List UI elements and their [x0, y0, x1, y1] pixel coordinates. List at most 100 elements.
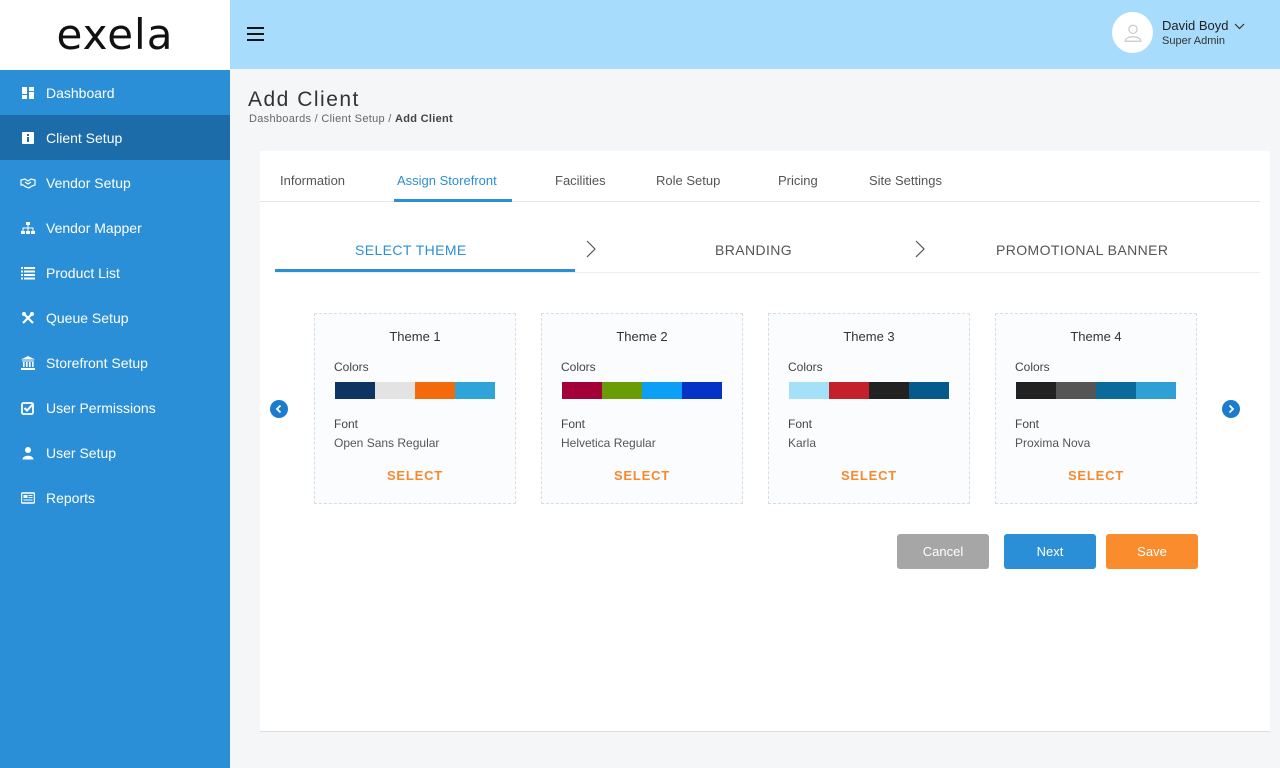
font-label: Font	[334, 417, 359, 431]
select-theme-button[interactable]: SELECT	[315, 468, 515, 483]
color-swatches	[335, 382, 495, 399]
sidebar-item-label: Vendor Mapper	[46, 219, 142, 236]
font-value: Helvetica Regular	[561, 436, 656, 450]
logo-box: exela	[0, 0, 230, 70]
font-label: Font	[1015, 417, 1040, 431]
color-swatch	[1016, 382, 1056, 399]
page-title: Add Client	[248, 88, 360, 111]
color-swatch	[1136, 382, 1176, 399]
color-swatches	[1016, 382, 1176, 399]
breadcrumb-current: Add Client	[395, 113, 454, 125]
breadcrumb-separator: /	[384, 113, 396, 125]
colors-label: Colors	[334, 360, 369, 374]
sitemap-icon	[20, 220, 36, 236]
breadcrumb-dashboards[interactable]: Dashboards	[249, 113, 311, 125]
font-label: Font	[788, 417, 813, 431]
tab-information[interactable]: Information	[280, 173, 345, 188]
breadcrumb: Dashboards / Client Setup / Add Client	[249, 113, 453, 125]
tab-facilities[interactable]: Facilities	[555, 173, 606, 188]
sidebar-item-vendor-setup[interactable]: Vendor Setup	[0, 160, 230, 205]
tab-assign-storefront[interactable]: Assign Storefront	[397, 173, 497, 188]
select-theme-button[interactable]: SELECT	[769, 468, 969, 483]
breadcrumb-client-setup[interactable]: Client Setup	[321, 113, 385, 125]
tab-role-setup[interactable]: Role Setup	[656, 173, 720, 188]
sidebar-item-label: Dashboard	[46, 84, 115, 101]
chevron-right-icon	[586, 240, 596, 258]
font-value: Proxima Nova	[1015, 436, 1091, 450]
dashboard-icon	[20, 85, 36, 101]
tab-site-settings[interactable]: Site Settings	[869, 173, 942, 188]
brand-logo[interactable]: exela	[57, 14, 174, 56]
color-swatch	[869, 382, 909, 399]
sidebar-nav: Dashboard Client Setup Vendor Setup Vend…	[0, 70, 230, 520]
colors-label: Colors	[788, 360, 823, 374]
font-label: Font	[561, 417, 586, 431]
sidebar-item-reports[interactable]: Reports	[0, 475, 230, 520]
sidebar-item-client-setup[interactable]: Client Setup	[0, 115, 230, 160]
cancel-button[interactable]: Cancel	[897, 534, 989, 569]
avatar	[1112, 12, 1153, 53]
user-icon	[20, 445, 36, 461]
theme-card: Theme 2 Colors Font Helvetica Regular SE…	[541, 313, 743, 504]
step-branding[interactable]: BRANDING	[715, 242, 792, 258]
next-button[interactable]: Next	[1004, 534, 1096, 569]
logo-text: exela	[56, 10, 174, 59]
color-swatch	[642, 382, 682, 399]
sidebar-item-label: Client Setup	[46, 129, 123, 146]
color-swatch	[375, 382, 415, 399]
color-swatch	[562, 382, 602, 399]
sidebar-item-product-list[interactable]: Product List	[0, 250, 230, 295]
step-select-theme[interactable]: SELECT THEME	[355, 242, 467, 258]
bank-icon	[20, 355, 36, 371]
newspaper-icon	[20, 490, 36, 506]
handshake-icon	[20, 175, 36, 191]
sidebar: exela Dashboard Client Setup Vendor Setu…	[0, 0, 230, 768]
color-swatch	[335, 382, 375, 399]
sidebar-item-vendor-mapper[interactable]: Vendor Mapper	[0, 205, 230, 250]
theme-title: Theme 2	[616, 329, 668, 344]
chevron-right-icon	[915, 240, 925, 258]
menu-icon[interactable]	[247, 27, 264, 41]
list-icon	[20, 265, 36, 281]
check-square-icon	[20, 400, 36, 416]
tab-pricing[interactable]: Pricing	[778, 173, 818, 188]
sidebar-item-label: Storefront Setup	[46, 354, 148, 371]
sidebar-item-user-permissions[interactable]: User Permissions	[0, 385, 230, 430]
user-avatar-icon	[1124, 24, 1141, 42]
sidebar-item-label: Queue Setup	[46, 309, 129, 326]
chevron-down-icon[interactable]	[1234, 23, 1245, 30]
sidebar-item-label: Product List	[46, 264, 120, 281]
color-swatch	[682, 382, 722, 399]
theme-title: Theme 4	[1070, 329, 1122, 344]
sidebar-item-dashboard[interactable]: Dashboard	[0, 70, 230, 115]
sidebar-item-user-setup[interactable]: User Setup	[0, 430, 230, 475]
top-header: David Boyd Super Admin	[230, 0, 1280, 69]
sidebar-item-storefront-setup[interactable]: Storefront Setup	[0, 340, 230, 385]
stepper: SELECT THEME BRANDING PROMOTIONAL BANNER	[275, 236, 1260, 273]
chevron-left-icon	[275, 404, 282, 414]
color-swatches	[789, 382, 949, 399]
theme-card: Theme 1 Colors Font Open Sans Regular SE…	[314, 313, 516, 504]
tools-icon	[20, 310, 36, 326]
sidebar-item-label: User Permissions	[46, 399, 156, 416]
user-menu[interactable]: David Boyd Super Admin	[1112, 12, 1245, 53]
color-swatch	[909, 382, 949, 399]
theme-title: Theme 1	[389, 329, 441, 344]
color-swatch	[455, 382, 495, 399]
color-swatch	[602, 382, 642, 399]
color-swatch	[829, 382, 869, 399]
user-name: David Boyd	[1162, 18, 1229, 33]
select-theme-button[interactable]: SELECT	[996, 468, 1196, 483]
theme-card: Theme 3 Colors Font Karla SELECT	[768, 313, 970, 504]
carousel-prev-button[interactable]	[270, 400, 288, 418]
chevron-right-icon	[1228, 404, 1235, 414]
step-promotional-banner[interactable]: PROMOTIONAL BANNER	[996, 242, 1168, 258]
active-step-indicator	[275, 269, 575, 272]
carousel-next-button[interactable]	[1222, 400, 1240, 418]
color-swatch	[415, 382, 455, 399]
font-value: Karla	[788, 436, 817, 450]
select-theme-button[interactable]: SELECT	[542, 468, 742, 483]
sidebar-item-queue-setup[interactable]: Queue Setup	[0, 295, 230, 340]
save-button[interactable]: Save	[1106, 534, 1198, 569]
color-swatch	[1056, 382, 1096, 399]
